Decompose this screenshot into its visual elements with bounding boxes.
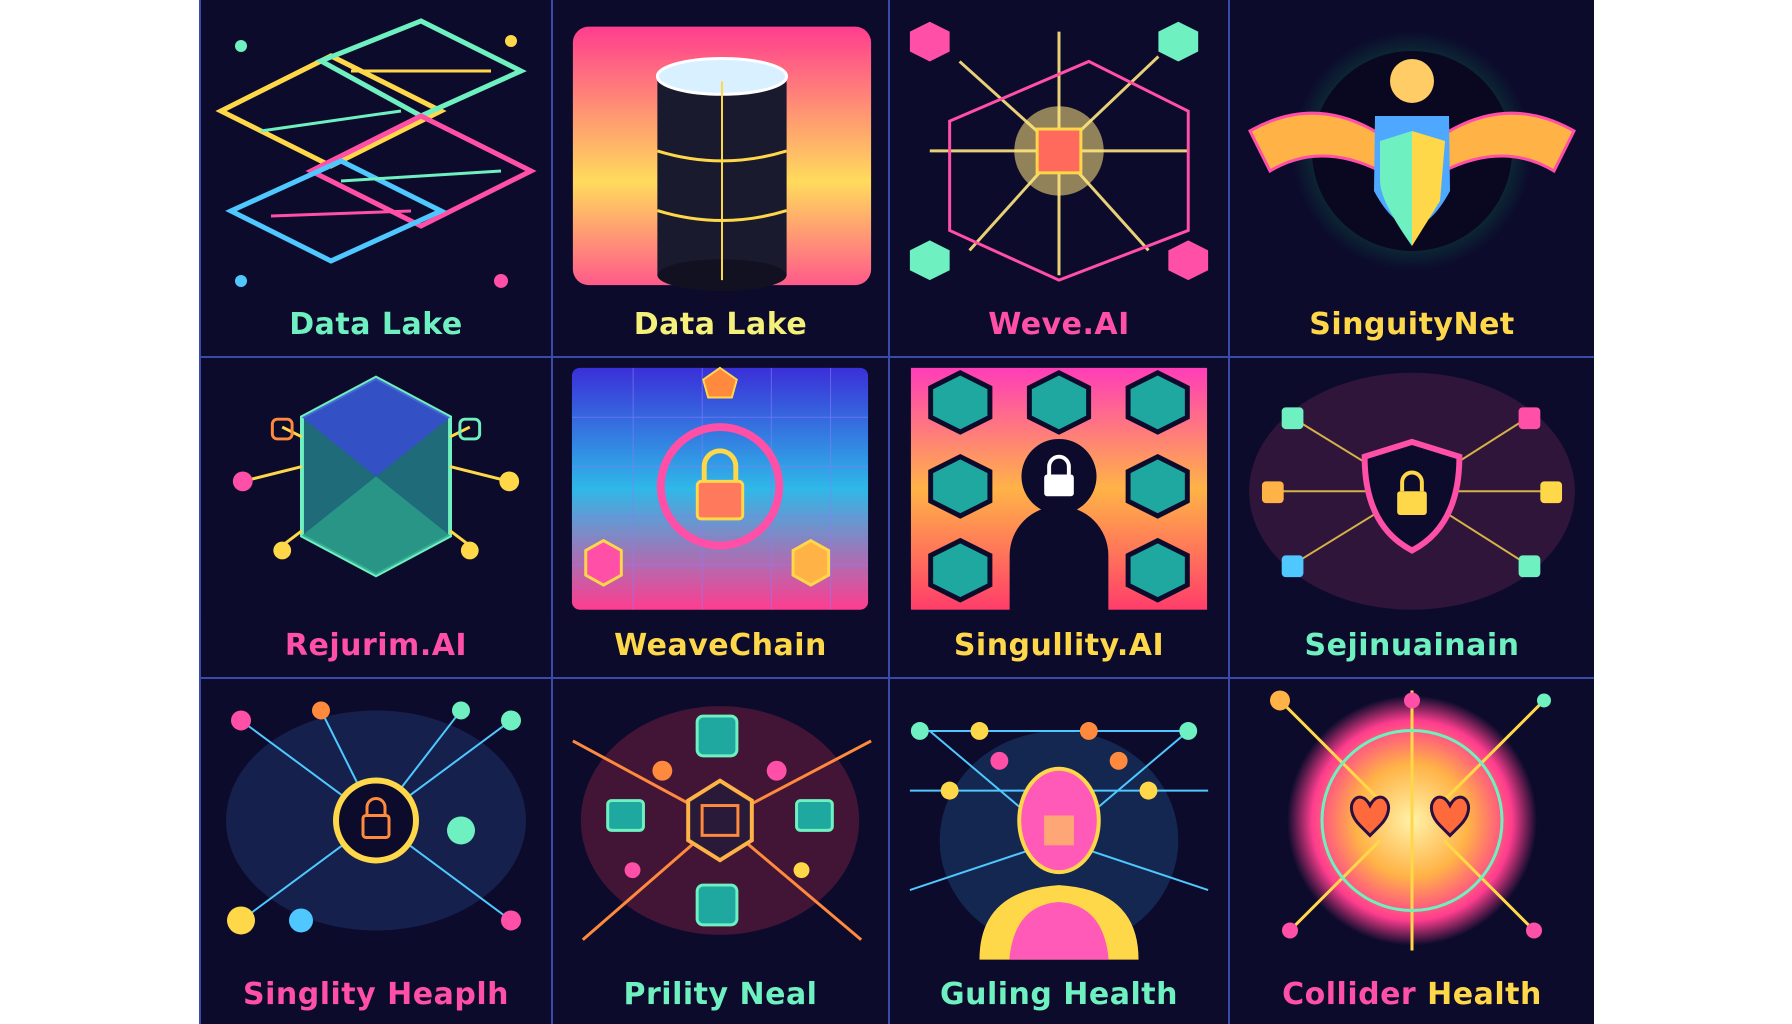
tile-label-part: Health <box>1427 977 1542 1012</box>
tile-label-part: Collider <box>1282 977 1428 1012</box>
tile-label: Singullity.AI <box>953 628 1165 663</box>
tile-collider-health: Collider Health <box>1230 679 1594 1024</box>
tile-guling-health: Guling Health <box>890 679 1230 1024</box>
image-grid: Data Lake Data Lake Weve.AI SinguityNet … <box>199 0 1594 1024</box>
tile-label-text: Collider Health <box>1282 977 1542 1012</box>
padlock-silhouette-icon <box>890 358 1228 620</box>
tile-label: Sejinuainain <box>1304 628 1520 663</box>
shield-padlock-icon <box>1230 358 1594 620</box>
tile-sejinuainain: Sejinuainain <box>1230 358 1594 679</box>
tile-label: Data Lake <box>289 307 463 342</box>
tile-singullity-ai: Singullity.AI <box>890 358 1230 679</box>
padlock-grid-icon <box>553 358 888 620</box>
hexagon-chip-network-icon <box>553 679 888 962</box>
isometric-grid-icon <box>201 0 551 292</box>
tile-data-lake-1: Data Lake <box>201 0 553 358</box>
tile-label: Guling Health <box>939 977 1178 1012</box>
tile-weavechain: WeaveChain <box>553 358 890 679</box>
winged-shield-figure-icon <box>1230 0 1594 292</box>
tile-label: Collider Health <box>1230 977 1594 1012</box>
tile-data-lake-2: Data Lake <box>553 0 890 358</box>
tile-weve-ai: Weve.AI <box>890 0 1230 358</box>
head-network-icon <box>890 679 1228 962</box>
starburst-network-icon <box>890 0 1228 292</box>
tile-prility-neal: Prility Neal <box>553 679 890 1024</box>
padlock-network-icon <box>201 679 551 962</box>
tile-rejurim-ai: Rejurim.AI <box>201 358 553 679</box>
tile-label: Singlity Heaplh <box>243 977 509 1012</box>
tile-label: Data Lake <box>633 307 808 342</box>
tile-label: Prility Neal <box>623 977 818 1012</box>
hexagon-network-icon <box>201 358 551 620</box>
tile-label: WeaveChain <box>614 628 827 663</box>
database-cylinder-icon <box>553 0 888 292</box>
tile-singuitynet: SinguityNet <box>1230 0 1594 358</box>
tile-label: Weve.AI <box>988 307 1130 342</box>
tile-label: Rejurim.AI <box>284 628 468 663</box>
tile-label: SinguityNet <box>1309 307 1515 342</box>
glowing-hearts-icon <box>1230 679 1594 962</box>
tile-singlity-heaplh: Singlity Heaplh <box>201 679 553 1024</box>
